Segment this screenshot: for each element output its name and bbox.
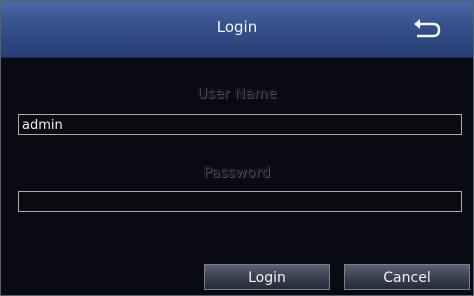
login-button[interactable]: Login [204,264,330,290]
title-bar: Login [1,1,473,58]
password-label: Password [203,165,271,181]
login-dialog: Login User Name admin Password Login Can… [0,0,474,296]
username-label: User Name [197,86,277,102]
password-field[interactable] [18,191,462,212]
username-field[interactable]: admin [18,114,462,135]
back-button[interactable] [409,17,445,43]
dialog-title: Login [216,18,258,36]
return-arrow-icon [409,17,445,43]
cancel-button[interactable]: Cancel [344,264,470,290]
